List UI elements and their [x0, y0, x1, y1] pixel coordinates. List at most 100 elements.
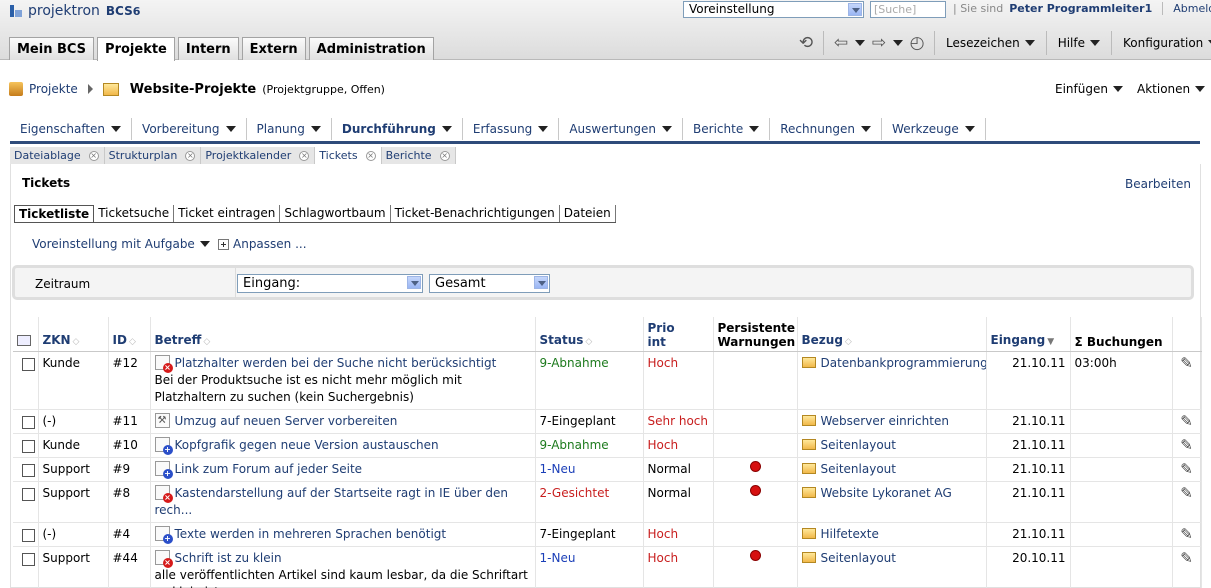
subtab-tickets[interactable]: Tickets ×	[315, 147, 382, 164]
close-icon[interactable]: ×	[299, 150, 310, 161]
close-icon[interactable]: ×	[185, 150, 196, 161]
tab-dateien[interactable]: Dateien	[560, 205, 616, 222]
nav-werkzeuge[interactable]: Werkzeuge	[882, 118, 986, 140]
bezug-link[interactable]: Seitenlayout	[821, 551, 896, 565]
table-row[interactable]: Kunde #10 + Kopfgrafik gegen neue Version a…	[13, 433, 1202, 458]
column-chooser-icon[interactable]	[13, 317, 39, 352]
close-icon[interactable]: ×	[365, 150, 376, 161]
col-id[interactable]: ID ◇	[108, 317, 151, 352]
tab-ticket-benachrichtigungen[interactable]: Ticket-Benachrichtigungen	[391, 205, 560, 222]
tab-extern[interactable]: Extern	[241, 37, 306, 60]
ticket-subject-link[interactable]: Umzug auf neuen Server vorbereiten	[175, 414, 398, 428]
col-zkn[interactable]: ZKN ◇	[38, 317, 109, 352]
close-icon[interactable]: ×	[439, 150, 450, 161]
nav-berichte[interactable]: Berichte	[683, 118, 771, 140]
tab-ticketliste[interactable]: Ticketliste	[14, 205, 95, 222]
col-eingang[interactable]: Eingang ▼	[986, 317, 1071, 352]
nav-durchfuehrung[interactable]: Durchführung	[332, 118, 463, 140]
row-checkbox[interactable]	[22, 415, 35, 429]
bezug-link[interactable]: Seitenlayout	[821, 462, 896, 476]
ticket-subject-link[interactable]: Kastendarstellung auf der Startseite rag…	[155, 486, 509, 517]
cell-status: 2-Gesichtet	[535, 481, 644, 523]
bezug-link[interactable]: Webserver einrichten	[821, 414, 949, 428]
tab-administration[interactable]: Administration	[308, 37, 434, 60]
refresh-icon[interactable]: ⟲	[795, 31, 817, 55]
col-betreff[interactable]: Betreff ◇	[150, 317, 536, 352]
subtab-dateiablage[interactable]: Dateiablage ×	[10, 147, 105, 164]
search-input[interactable]: [Suche]	[870, 1, 946, 18]
bezug-link[interactable]: Hilfetexte	[821, 527, 879, 541]
tab-ticketsuche[interactable]: Ticketsuche	[94, 205, 175, 222]
edit-pencil-icon[interactable]: ✎	[1172, 546, 1202, 588]
tab-projekte[interactable]: Projekte	[97, 37, 175, 61]
col-edit	[1172, 317, 1202, 352]
table-row[interactable]: (-) #11 ⚒ Umzug auf neuen Server vorbereite…	[13, 409, 1202, 434]
row-checkbox[interactable]	[22, 357, 35, 371]
edit-pencil-icon[interactable]: ✎	[1172, 351, 1202, 410]
table-row[interactable]: Support #9 + Link zum Forum auf jeder Seite…	[13, 457, 1202, 482]
bezug-link[interactable]: Website Lykoranet AG	[821, 486, 952, 500]
preset-select[interactable]: Voreinstellung	[683, 1, 864, 18]
nav-erfassung[interactable]: Erfassung	[463, 118, 560, 140]
edit-pencil-icon[interactable]: ✎	[1172, 481, 1202, 523]
tab-mein-bcs[interactable]: Mein BCS	[9, 37, 95, 60]
row-checkbox[interactable]	[22, 552, 35, 566]
clock-icon[interactable]: ◴	[906, 31, 928, 55]
bezug-link[interactable]: Seitenlayout	[821, 438, 896, 452]
edit-pencil-icon[interactable]: ✎	[1172, 522, 1202, 547]
close-icon[interactable]: ×	[88, 150, 99, 161]
folder-icon	[102, 82, 119, 96]
view-preset-menu[interactable]: Voreinstellung mit Aufgabe	[32, 237, 210, 251]
breadcrumb-projekte[interactable]: Projekte	[29, 82, 78, 96]
table-row[interactable]: (-) #4 + Texte werden in mehreren Sprachen …	[13, 522, 1202, 547]
logout-link[interactable]: Abmelden	[1162, 2, 1211, 15]
bezug-link[interactable]: Datenbankprogrammierung	[821, 356, 986, 370]
nav-auswertungen[interactable]: Auswertungen	[559, 118, 684, 140]
back-icon[interactable]: ⇦	[830, 31, 852, 55]
table-row[interactable]: Kunde #12 × Platzhalter werden bei der Such…	[13, 351, 1202, 410]
cell-bezug: Webserver einrichten	[797, 409, 987, 434]
ticket-subject-link[interactable]: Schrift ist zu klein	[175, 551, 282, 565]
logo: projektron BCS6	[10, 2, 140, 20]
subtab-projektkalender[interactable]: Projektkalender ×	[201, 147, 316, 164]
ticket-subject-link[interactable]: Link zum Forum auf jeder Seite	[175, 462, 363, 476]
row-checkbox[interactable]	[22, 439, 35, 453]
forward-icon[interactable]: ⇨	[868, 31, 890, 55]
ticket-subject-link[interactable]: Platzhalter werden bei der Suche nicht b…	[175, 356, 497, 370]
folder-icon	[801, 486, 816, 498]
subtab-berichte[interactable]: Berichte ×	[381, 147, 456, 164]
edit-pencil-icon[interactable]: ✎	[1172, 409, 1202, 434]
nav-eigenschaften[interactable]: Eigenschaften	[10, 118, 133, 140]
col-status[interactable]: Status ◇	[535, 317, 644, 352]
tab-intern[interactable]: Intern	[177, 37, 239, 60]
ticket-subject-link[interactable]: Kopfgrafik gegen neue Version austausche…	[175, 438, 439, 452]
table-row[interactable]: Support #8 × Kastendarstellung auf der Star…	[13, 481, 1202, 523]
help-menu[interactable]: Hilfe	[1053, 36, 1105, 50]
tab-ticket-eintragen[interactable]: Ticket eintragen	[174, 205, 281, 222]
tab-schlagwortbaum[interactable]: Schlagwortbaum	[280, 205, 391, 222]
nav-vorbereitung[interactable]: Vorbereitung	[132, 118, 247, 140]
edit-link[interactable]: Bearbeiten	[1125, 177, 1191, 191]
config-menu[interactable]: Konfiguration	[1118, 36, 1211, 50]
nav-planung[interactable]: Planung	[247, 118, 332, 140]
col-bezug[interactable]: Bezug ◇	[797, 317, 987, 352]
subtab-strukturplan[interactable]: Strukturplan ×	[104, 147, 202, 164]
actions-menu[interactable]: Aktionen	[1137, 82, 1206, 96]
bookmarks-menu[interactable]: Lesezeichen	[941, 36, 1040, 50]
edit-pencil-icon[interactable]: ✎	[1172, 433, 1202, 458]
table-row[interactable]: Support #44 × Schrift ist zu klein alle verö…	[13, 546, 1202, 588]
filter-range-select[interactable]: Gesamt	[429, 274, 550, 293]
ticket-subject-link[interactable]: Texte werden in mehreren Sprachen benöti…	[175, 527, 447, 541]
filter-field-select[interactable]: Eingang:	[237, 274, 423, 293]
adjust-link[interactable]: Anpassen ...	[218, 237, 307, 251]
col-prio[interactable]: Prio int	[643, 317, 714, 352]
nav-rechnungen[interactable]: Rechnungen	[770, 118, 883, 140]
row-checkbox[interactable]	[22, 487, 35, 501]
insert-menu[interactable]: Einfügen	[1055, 82, 1123, 96]
folder-icon	[801, 438, 816, 450]
row-checkbox[interactable]	[22, 463, 35, 477]
back-menu-icon[interactable]	[854, 31, 866, 55]
forward-menu-icon[interactable]	[892, 31, 904, 55]
row-checkbox[interactable]	[22, 528, 35, 542]
edit-pencil-icon[interactable]: ✎	[1172, 457, 1202, 482]
